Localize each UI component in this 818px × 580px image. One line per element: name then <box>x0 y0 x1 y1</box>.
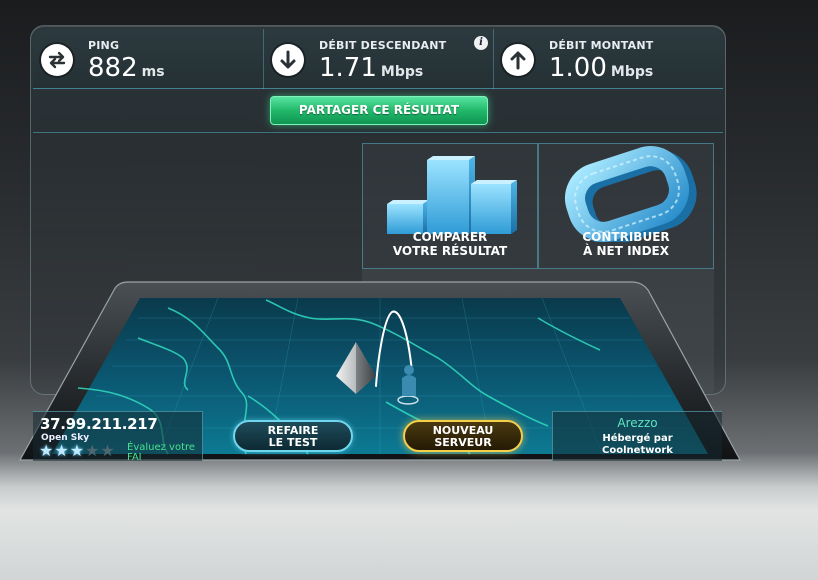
download-metric: DÉBIT DESCENDANT 1.71 Mbps <box>264 29 493 89</box>
ping-value-row: 882 ms <box>88 53 165 83</box>
hosted-by-line1: Hébergé par <box>602 433 673 444</box>
ping-value: 882 <box>88 53 138 83</box>
net-index-icon <box>565 146 697 242</box>
ping-unit: ms <box>141 64 165 80</box>
upload-label: DÉBIT MONTANT <box>549 39 654 52</box>
ping-label: PING <box>88 39 120 52</box>
server-city: Arezzo <box>617 416 658 430</box>
contribute-panel[interactable]: CONTRIBUER À NET INDEX <box>538 143 714 269</box>
download-arrow-icon <box>272 44 304 76</box>
rate-isp-link[interactable]: Évaluez votre FAI <box>127 443 201 463</box>
contribute-line1: CONTRIBUER <box>582 230 670 244</box>
rating-star-icon[interactable]: ★ <box>70 443 84 459</box>
compare-result-panel[interactable]: COMPARER VOTRE RÉSULTAT <box>362 143 538 269</box>
server-host: Hébergé par Coolnetwork <box>553 433 722 457</box>
server-info: Arezzo Hébergé par Coolnetwork <box>552 411 722 461</box>
info-icon[interactable]: i <box>474 36 488 50</box>
client-info: 37.99.211.217 Open Sky ★ ★ ★ ★ ★ Évaluez vot… <box>33 411 203 463</box>
bar-chart-icon <box>387 156 517 234</box>
rating-star-icon[interactable]: ★ <box>54 443 68 459</box>
hosted-by-line2: Coolnetwork <box>602 445 673 456</box>
isp-rating-stars[interactable]: ★ ★ ★ ★ ★ <box>39 443 115 459</box>
rate-line2: FAI <box>127 452 142 463</box>
compare-line1: COMPARER <box>412 230 488 244</box>
ping-metric: PING 882 ms <box>33 29 263 89</box>
upload-value-row: 1.00 Mbps <box>549 53 653 83</box>
upload-unit: Mbps <box>610 64 654 80</box>
client-ip: 37.99.211.217 <box>40 415 158 433</box>
upload-value: 1.00 <box>549 53 607 83</box>
download-unit: Mbps <box>380 64 424 80</box>
new-server-button[interactable]: NOUVEAU SERVEUR <box>403 420 523 452</box>
download-value-row: 1.71 Mbps <box>319 53 423 83</box>
contribute-caption: CONTRIBUER À NET INDEX <box>539 230 713 258</box>
download-value: 1.71 <box>319 53 377 83</box>
user-location-icon <box>402 365 416 396</box>
compare-caption: COMPARER VOTRE RÉSULTAT <box>363 230 537 258</box>
retest-line2: LE TEST <box>268 436 318 449</box>
retest-button[interactable]: REFAIRE LE TEST <box>233 420 353 452</box>
compare-line2: VOTRE RÉSULTAT <box>392 244 508 258</box>
rating-star-icon[interactable]: ★ <box>100 443 114 459</box>
share-result-button[interactable]: PARTAGER CE RÉSULTAT <box>270 96 488 125</box>
contribute-line2: À NET INDEX <box>583 244 669 258</box>
upload-arrow-icon <box>502 44 534 76</box>
ping-icon <box>41 44 73 76</box>
rating-star-icon[interactable]: ★ <box>85 443 99 459</box>
rating-star-icon[interactable]: ★ <box>39 443 53 459</box>
server-line2: SERVEUR <box>434 436 492 449</box>
download-label: DÉBIT DESCENDANT <box>319 39 447 52</box>
upload-metric: DÉBIT MONTANT 1.00 Mbps <box>494 29 723 89</box>
